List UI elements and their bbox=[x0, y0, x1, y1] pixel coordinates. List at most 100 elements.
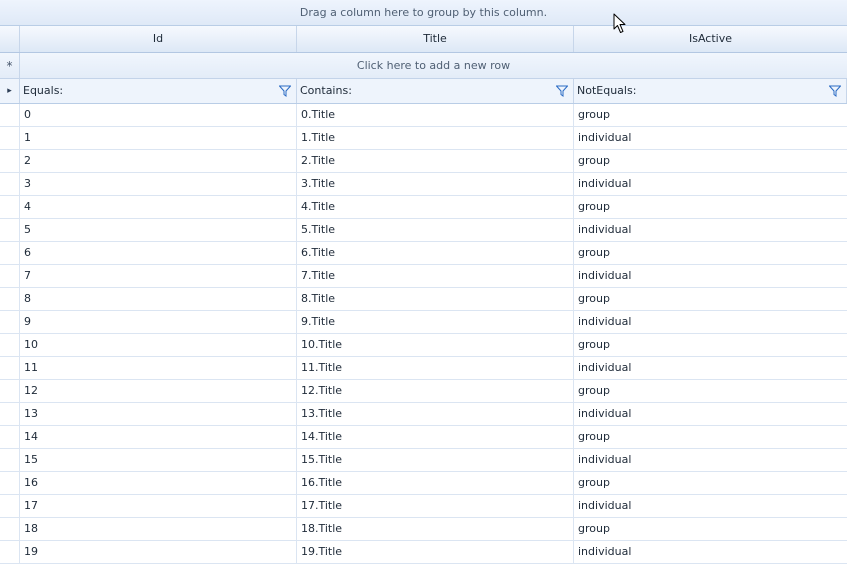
cell-title[interactable]: 17.Title bbox=[297, 495, 574, 517]
cell-title[interactable]: 9.Title bbox=[297, 311, 574, 333]
cell-isactive[interactable]: group bbox=[574, 518, 847, 540]
table-row[interactable]: 18 18.Title group bbox=[0, 518, 847, 541]
cell-title[interactable]: 16.Title bbox=[297, 472, 574, 494]
cell-title[interactable]: 1.Title bbox=[297, 127, 574, 149]
table-row[interactable]: 4 4.Title group bbox=[0, 196, 847, 219]
cell-isactive[interactable]: group bbox=[574, 104, 847, 126]
table-row[interactable]: 19 19.Title individual bbox=[0, 541, 847, 564]
table-row[interactable]: 11 11.Title individual bbox=[0, 357, 847, 380]
cell-isactive[interactable]: group bbox=[574, 196, 847, 218]
cell-isactive[interactable]: individual bbox=[574, 173, 847, 195]
cell-title[interactable]: 2.Title bbox=[297, 150, 574, 172]
cell-isactive[interactable]: group bbox=[574, 242, 847, 264]
row-indicator bbox=[0, 403, 20, 425]
cell-id[interactable]: 15 bbox=[20, 449, 297, 471]
cell-id[interactable]: 8 bbox=[20, 288, 297, 310]
cell-isactive[interactable]: group bbox=[574, 380, 847, 402]
cell-id[interactable]: 1 bbox=[20, 127, 297, 149]
cell-isactive[interactable]: group bbox=[574, 150, 847, 172]
row-indicator bbox=[0, 196, 20, 218]
table-row[interactable]: 7 7.Title individual bbox=[0, 265, 847, 288]
table-row[interactable]: 13 13.Title individual bbox=[0, 403, 847, 426]
cell-id[interactable]: 0 bbox=[20, 104, 297, 126]
cell-title[interactable]: 15.Title bbox=[297, 449, 574, 471]
cell-title[interactable]: 19.Title bbox=[297, 541, 574, 563]
cell-id[interactable]: 17 bbox=[20, 495, 297, 517]
cell-id[interactable]: 11 bbox=[20, 357, 297, 379]
cell-id[interactable]: 10 bbox=[20, 334, 297, 356]
cell-title[interactable]: 11.Title bbox=[297, 357, 574, 379]
cell-id[interactable]: 5 bbox=[20, 219, 297, 241]
cell-isactive[interactable]: individual bbox=[574, 219, 847, 241]
cell-id[interactable]: 18 bbox=[20, 518, 297, 540]
table-row[interactable]: 1 1.Title individual bbox=[0, 127, 847, 150]
cell-isactive[interactable]: individual bbox=[574, 127, 847, 149]
cell-isactive[interactable]: individual bbox=[574, 495, 847, 517]
filter-cell-id[interactable]: Equals: bbox=[20, 79, 297, 103]
cell-isactive[interactable]: individual bbox=[574, 403, 847, 425]
table-row[interactable]: 15 15.Title individual bbox=[0, 449, 847, 472]
cell-isactive[interactable]: individual bbox=[574, 357, 847, 379]
cell-id[interactable]: 19 bbox=[20, 541, 297, 563]
cell-id[interactable]: 3 bbox=[20, 173, 297, 195]
cell-id[interactable]: 13 bbox=[20, 403, 297, 425]
table-row[interactable]: 5 5.Title individual bbox=[0, 219, 847, 242]
cell-title[interactable]: 0.Title bbox=[297, 104, 574, 126]
filter-cell-isactive[interactable]: NotEquals: bbox=[574, 79, 847, 103]
row-indicator bbox=[0, 380, 20, 402]
cell-title[interactable]: 3.Title bbox=[297, 173, 574, 195]
filter-operator-id: Equals: bbox=[23, 84, 64, 97]
cell-title[interactable]: 7.Title bbox=[297, 265, 574, 287]
table-row[interactable]: 6 6.Title group bbox=[0, 242, 847, 265]
cell-title[interactable]: 4.Title bbox=[297, 196, 574, 218]
funnel-icon[interactable] bbox=[556, 85, 568, 97]
table-row[interactable]: 10 10.Title group bbox=[0, 334, 847, 357]
cell-title[interactable]: 6.Title bbox=[297, 242, 574, 264]
table-row[interactable]: 2 2.Title group bbox=[0, 150, 847, 173]
cell-id[interactable]: 12 bbox=[20, 380, 297, 402]
cell-title[interactable]: 5.Title bbox=[297, 219, 574, 241]
cell-id[interactable]: 16 bbox=[20, 472, 297, 494]
cell-id[interactable]: 14 bbox=[20, 426, 297, 448]
cell-id[interactable]: 7 bbox=[20, 265, 297, 287]
cell-title[interactable]: 18.Title bbox=[297, 518, 574, 540]
cell-title[interactable]: 10.Title bbox=[297, 334, 574, 356]
cell-isactive[interactable]: group bbox=[574, 334, 847, 356]
add-new-row[interactable]: * Click here to add a new row bbox=[0, 53, 847, 79]
row-indicator bbox=[0, 173, 20, 195]
cell-id[interactable]: 4 bbox=[20, 196, 297, 218]
row-indicator bbox=[0, 472, 20, 494]
funnel-icon[interactable] bbox=[829, 85, 841, 97]
filter-operator-title: Contains: bbox=[300, 84, 352, 97]
cell-title[interactable]: 8.Title bbox=[297, 288, 574, 310]
table-row[interactable]: 8 8.Title group bbox=[0, 288, 847, 311]
table-row[interactable]: 9 9.Title individual bbox=[0, 311, 847, 334]
column-header-title[interactable]: Title bbox=[297, 26, 574, 52]
table-row[interactable]: 0 0.Title group bbox=[0, 104, 847, 127]
cell-title[interactable]: 13.Title bbox=[297, 403, 574, 425]
group-by-panel[interactable]: Drag a column here to group by this colu… bbox=[0, 0, 847, 26]
cell-isactive[interactable]: group bbox=[574, 426, 847, 448]
cell-isactive[interactable]: individual bbox=[574, 265, 847, 287]
mouse-pointer-icon bbox=[613, 13, 626, 33]
cell-id[interactable]: 2 bbox=[20, 150, 297, 172]
row-indicator bbox=[0, 449, 20, 471]
cell-isactive[interactable]: group bbox=[574, 288, 847, 310]
table-row[interactable]: 17 17.Title individual bbox=[0, 495, 847, 518]
table-row[interactable]: 3 3.Title individual bbox=[0, 173, 847, 196]
cell-isactive[interactable]: group bbox=[574, 472, 847, 494]
cell-title[interactable]: 12.Title bbox=[297, 380, 574, 402]
filter-cell-title[interactable]: Contains: bbox=[297, 79, 574, 103]
cell-title[interactable]: 14.Title bbox=[297, 426, 574, 448]
funnel-icon[interactable] bbox=[279, 85, 291, 97]
cell-isactive[interactable]: individual bbox=[574, 449, 847, 471]
cell-isactive[interactable]: individual bbox=[574, 541, 847, 563]
cell-id[interactable]: 6 bbox=[20, 242, 297, 264]
column-header-id[interactable]: Id bbox=[20, 26, 297, 52]
cell-isactive[interactable]: individual bbox=[574, 311, 847, 333]
cell-id[interactable]: 9 bbox=[20, 311, 297, 333]
table-row[interactable]: 16 16.Title group bbox=[0, 472, 847, 495]
header-row-indicator bbox=[0, 26, 20, 52]
table-row[interactable]: 14 14.Title group bbox=[0, 426, 847, 449]
table-row[interactable]: 12 12.Title group bbox=[0, 380, 847, 403]
